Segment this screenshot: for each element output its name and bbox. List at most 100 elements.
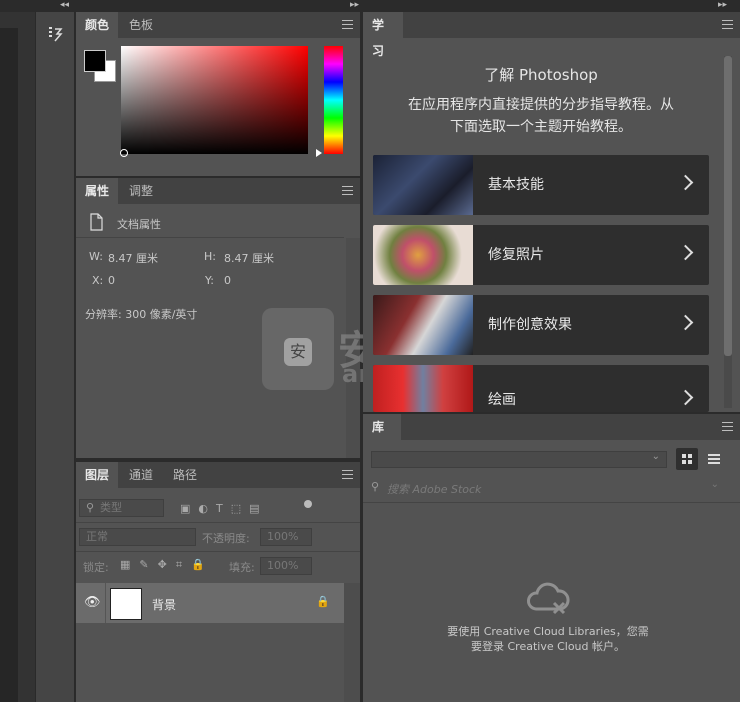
panel-menu-icon[interactable]: [722, 20, 733, 29]
topic-card-creative-effects[interactable]: 制作创意效果: [373, 295, 709, 355]
tab-properties[interactable]: 属性: [76, 178, 118, 204]
watermark-shield-logo: 安: [262, 308, 334, 390]
color-picker-field[interactable]: [121, 46, 308, 154]
grid-view-button[interactable]: [676, 448, 698, 470]
grid-view-icon: [682, 454, 692, 464]
layers-scrollbar[interactable]: [344, 583, 360, 702]
width-label: W:: [89, 250, 103, 263]
stock-search-placeholder: 搜索 Adobe Stock: [387, 483, 482, 496]
row-divider: [105, 583, 106, 623]
creative-cloud-offline-icon: [524, 579, 572, 617]
tab-channels[interactable]: 通道: [120, 462, 162, 488]
topic-card-fix-photo[interactable]: 修复照片: [373, 225, 709, 285]
learn-title: 了解 Photoshop: [484, 66, 598, 84]
topic-thumbnail: [373, 295, 473, 355]
panel-menu-icon[interactable]: [342, 20, 353, 29]
learn-description-line2: 下面选取一个主题开始教程。: [450, 119, 632, 135]
canvas-area: [0, 28, 18, 702]
divider: [76, 551, 360, 552]
tab-learn[interactable]: 学习: [363, 12, 403, 58]
learn-scrollbar-thumb[interactable]: [724, 56, 732, 356]
topic-label: 绘画: [488, 392, 516, 408]
type-filter-icon[interactable]: T: [216, 502, 231, 515]
height-label: H:: [204, 250, 216, 263]
lock-all-icon[interactable]: 🔒: [191, 558, 214, 571]
layer-filter-icons: ▣◐T⬚▤: [180, 502, 268, 515]
panel-menu-icon[interactable]: [722, 422, 733, 431]
fill-label: 填充:: [229, 561, 255, 574]
expand-right-icon[interactable]: ▸▸: [718, 0, 727, 10]
layer-row-background[interactable]: 👁 背景 🔒: [76, 583, 344, 623]
lock-icons: ▦✎✥⌗🔒: [120, 558, 214, 572]
visibility-eye-icon[interactable]: 👁: [84, 595, 101, 610]
blend-mode-select[interactable]: 正常: [79, 528, 196, 546]
tab-color[interactable]: 颜色: [76, 12, 118, 38]
topic-label: 基本技能: [488, 177, 544, 193]
x-value[interactable]: 0: [108, 274, 115, 287]
library-panel-header: 库: [363, 414, 740, 440]
foreground-color-swatch[interactable]: [84, 50, 106, 72]
learn-scrollbar-track[interactable]: [724, 56, 732, 408]
divider: [76, 522, 360, 523]
search-icon: ⚲: [86, 501, 95, 514]
library-signin-msg-line2: 要登录 Creative Cloud 帐户。: [470, 640, 626, 653]
document-properties-label: 文档属性: [117, 218, 161, 231]
smart-object-filter-icon[interactable]: ▤: [249, 502, 267, 515]
layers-panel: 图层 通道 路径 ⚲ 类型 ▣◐T⬚▤ 正常 不透明度: 100% 锁定: ▦✎…: [76, 462, 360, 702]
y-value[interactable]: 0: [224, 274, 231, 287]
tab-adjustments[interactable]: 调整: [120, 178, 162, 204]
lock-paint-icon[interactable]: ✎: [139, 558, 157, 571]
shape-filter-icon[interactable]: ⬚: [231, 502, 249, 515]
resolution-text: 分辨率: 300 像素/英寸: [85, 308, 198, 321]
tab-library[interactable]: 库: [363, 414, 401, 440]
top-strip: ◂◂ ▸▸ ▸▸: [0, 0, 740, 12]
search-icon: ⚲: [371, 480, 380, 493]
chevron-right-icon: [677, 244, 694, 261]
history-icon[interactable]: [47, 25, 65, 43]
lock-move-icon[interactable]: ✥: [158, 558, 176, 571]
x-label: X:: [92, 274, 104, 287]
width-value[interactable]: 8.47 厘米: [108, 250, 158, 266]
image-filter-icon[interactable]: ▣: [180, 502, 198, 515]
lock-label: 锁定:: [83, 561, 109, 574]
hue-slider[interactable]: [324, 46, 343, 154]
expand-middle-icon[interactable]: ▸▸: [350, 0, 359, 10]
chevron-down-icon: ⌄: [710, 479, 719, 490]
color-picker-cursor[interactable]: [120, 149, 128, 157]
layer-lock-icon[interactable]: 🔒: [316, 595, 330, 608]
learn-panel: 学习 了解 Photoshop 在应用程序内直接提供的分步指导教程。从 下面选取…: [363, 12, 740, 412]
topic-thumbnail: [373, 155, 473, 215]
collapse-left-icon[interactable]: ◂◂: [60, 0, 69, 10]
library-select[interactable]: ⌄: [371, 451, 667, 468]
list-view-button[interactable]: [703, 448, 725, 470]
adjustment-filter-icon[interactable]: ◐: [198, 502, 216, 515]
library-signin-msg-line1: 要使用 Creative Cloud Libraries，您需: [447, 625, 649, 638]
opacity-label: 不透明度:: [202, 532, 250, 545]
lock-artboard-icon[interactable]: ⌗: [176, 558, 191, 571]
opacity-input[interactable]: 100%: [260, 528, 312, 546]
panel-menu-icon[interactable]: [342, 186, 353, 195]
library-panel: 库 ⌄ ⚲ 搜索 Adobe Stock ⌄ 要使用 Creative Clou…: [363, 414, 740, 702]
color-panel: 颜色 色板: [76, 12, 360, 176]
chevron-right-icon: [677, 174, 694, 191]
layer-name[interactable]: 背景: [152, 596, 176, 613]
layer-thumbnail[interactable]: [110, 588, 142, 620]
topic-card-basic-skills[interactable]: 基本技能: [373, 155, 709, 215]
topic-label: 修复照片: [488, 247, 544, 263]
y-label: Y:: [205, 274, 214, 287]
tab-swatches[interactable]: 色板: [120, 12, 162, 38]
stock-search-input[interactable]: ⚲ 搜索 Adobe Stock ⌄: [371, 479, 721, 496]
color-panel-header: 颜色 色板: [76, 12, 360, 38]
lock-transparent-icon[interactable]: ▦: [120, 558, 139, 571]
tab-layers[interactable]: 图层: [76, 462, 118, 488]
filter-toggle[interactable]: [304, 500, 312, 508]
topic-card-painting[interactable]: 绘画: [373, 365, 709, 412]
height-value[interactable]: 8.47 厘米: [224, 250, 274, 266]
panel-dock-column: [35, 12, 75, 702]
panel-menu-icon[interactable]: [342, 470, 353, 479]
fill-input[interactable]: 100%: [260, 557, 312, 575]
layer-filter-select[interactable]: ⚲ 类型: [79, 499, 164, 517]
divider: [363, 502, 740, 503]
tab-paths[interactable]: 路径: [164, 462, 206, 488]
hue-slider-handle[interactable]: [316, 149, 322, 157]
